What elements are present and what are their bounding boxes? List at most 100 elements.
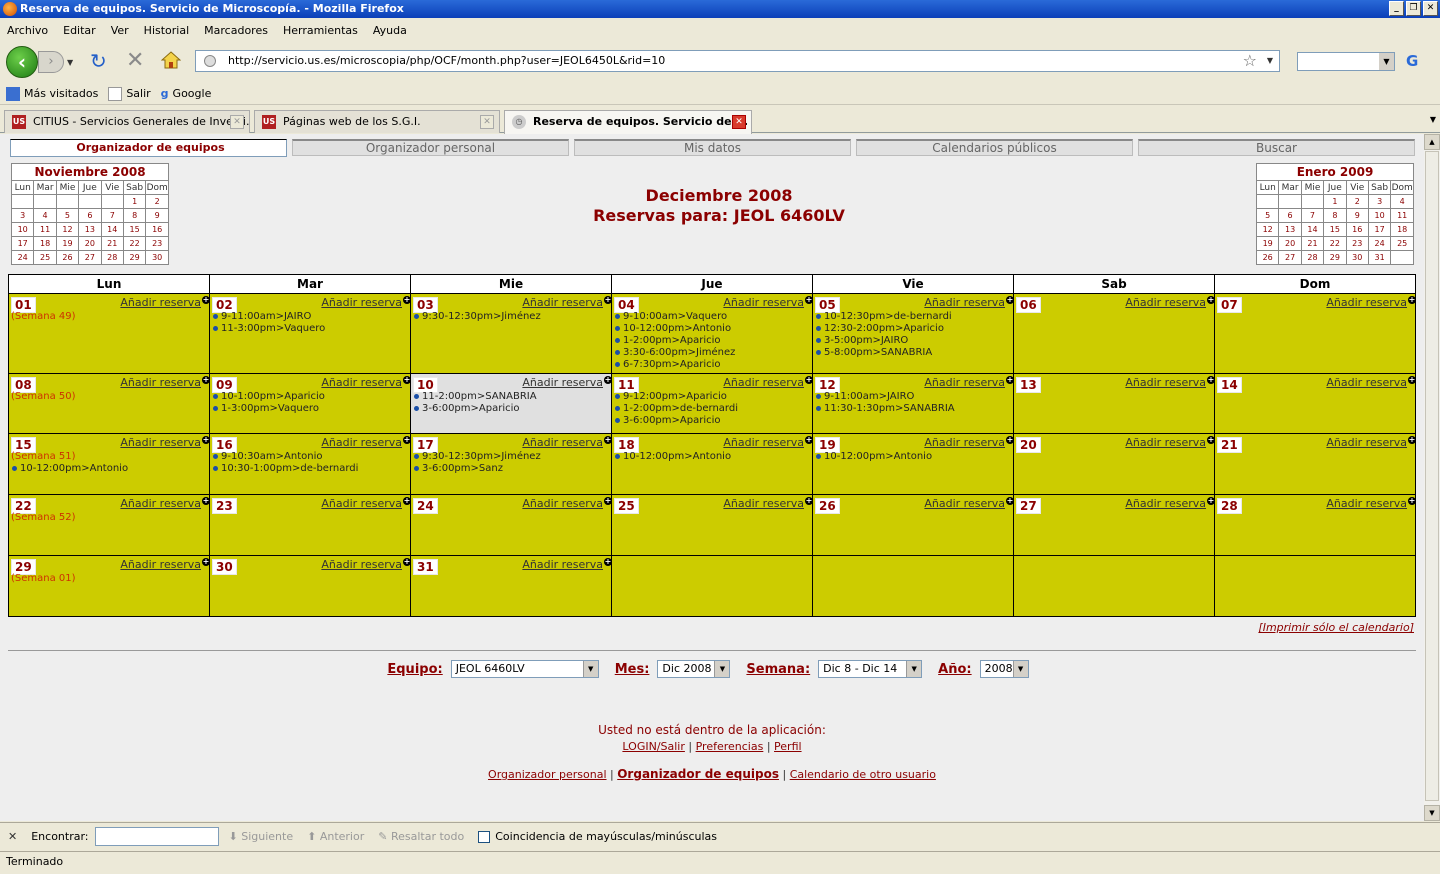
mini-day-cell[interactable]: 23 bbox=[1345, 236, 1369, 251]
menu-archivo[interactable]: Archivo bbox=[7, 24, 48, 37]
day-number[interactable]: 24 bbox=[413, 498, 438, 514]
day-number[interactable]: 25 bbox=[614, 498, 639, 514]
back-button[interactable]: ‹ bbox=[6, 46, 38, 78]
menu-historial[interactable]: Historial bbox=[144, 24, 189, 37]
day-cell[interactable]: 10 Añadir reserva +11-2:00pm>SANABRIA 3-6:0… bbox=[410, 373, 612, 434]
add-reserva-link[interactable]: Añadir reserva + bbox=[723, 436, 813, 450]
day-number[interactable]: 26 bbox=[815, 498, 840, 514]
mini-day-cell[interactable]: 26 bbox=[1255, 250, 1280, 265]
add-reserva-link[interactable]: Añadir reserva + bbox=[723, 497, 813, 511]
day-cell[interactable]: 22 Añadir reserva + (Semana 52) bbox=[8, 494, 210, 556]
bookmark-mas-visitados[interactable]: Más visitados bbox=[6, 86, 98, 101]
mes-label[interactable]: Mes: bbox=[615, 662, 650, 677]
reservation-item[interactable]: 11-3:00pm>Vaquero bbox=[213, 323, 325, 335]
add-reserva-link[interactable]: Añadir reserva + bbox=[723, 376, 813, 390]
day-number[interactable]: 28 bbox=[1217, 498, 1242, 514]
reservation-item[interactable]: 9-10:30am>Antonio bbox=[213, 451, 358, 463]
add-reserva-link[interactable]: Añadir reserva + bbox=[120, 376, 210, 390]
day-cell[interactable]: 23 Añadir reserva + bbox=[209, 494, 411, 556]
close-tab-icon[interactable]: ✕ bbox=[230, 115, 244, 129]
day-cell[interactable]: 11 Añadir reserva +9-12:00pm>Aparicio 1-2:0… bbox=[611, 373, 813, 434]
tab-organizador-personal[interactable]: Organizador personal bbox=[292, 139, 569, 156]
mes-select[interactable]: Dic 2008 ▼ bbox=[657, 660, 731, 678]
reservation-item[interactable]: 3:30-6:00pm>Jiménez bbox=[615, 347, 735, 359]
scroll-thumb[interactable] bbox=[1425, 151, 1439, 801]
bookmark-star-icon[interactable]: ☆ bbox=[1243, 51, 1257, 71]
day-cell[interactable]: 21 Añadir reserva + bbox=[1214, 433, 1416, 495]
menu-herramientas[interactable]: Herramientas bbox=[283, 24, 358, 37]
day-cell[interactable]: 13 Añadir reserva + bbox=[1013, 373, 1215, 434]
stop-icon[interactable]: ✕ bbox=[126, 50, 144, 72]
mini-day-cell[interactable]: 20 bbox=[78, 236, 102, 251]
day-cell[interactable]: 20 Añadir reserva + bbox=[1013, 433, 1215, 495]
add-reserva-link[interactable]: Añadir reserva + bbox=[120, 497, 210, 511]
reload-icon[interactable]: ↻ bbox=[90, 51, 107, 71]
day-cell[interactable]: 06 Añadir reserva + bbox=[1013, 293, 1215, 374]
add-reserva-link[interactable]: Añadir reserva + bbox=[522, 296, 612, 310]
add-reserva-link[interactable]: Añadir reserva + bbox=[321, 376, 411, 390]
week-number[interactable]: (Semana 01) bbox=[11, 573, 76, 584]
address-bar[interactable]: http://servicio.us.es/microscopia/php/OC… bbox=[195, 50, 1280, 72]
bookmark-salir[interactable]: Salir bbox=[108, 86, 151, 101]
mini-day-cell[interactable]: 27 bbox=[78, 250, 102, 265]
tab-list-icon[interactable]: ▼ bbox=[1430, 115, 1436, 124]
add-reserva-link[interactable]: Añadir reserva + bbox=[1326, 497, 1416, 511]
reservation-item[interactable]: 11:30-1:30pm>SANABRIA bbox=[816, 403, 955, 415]
browser-tab-reserva[interactable]: ◷ Reserva de equipos. Servicio de ... ✕ bbox=[504, 110, 752, 134]
chevron-down-icon[interactable]: ▼ bbox=[714, 661, 730, 677]
close-findbar-icon[interactable]: ✕ bbox=[8, 830, 17, 843]
day-cell[interactable]: 18 Añadir reserva +10-12:00pm>Antonio bbox=[611, 433, 813, 495]
menu-editar[interactable]: Editar bbox=[63, 24, 96, 37]
vertical-scrollbar[interactable]: ▲ ▼ bbox=[1424, 134, 1440, 821]
mini-day-cell[interactable]: 30 bbox=[145, 250, 169, 265]
reservation-item[interactable]: 1-3:00pm>Vaquero bbox=[213, 403, 325, 415]
highlight-all-button[interactable]: ✎ Resaltar todo bbox=[378, 830, 464, 843]
semana-select[interactable]: Dic 8 - Dic 14 ▼ bbox=[818, 660, 923, 678]
mini-day-cell[interactable]: 26 bbox=[55, 250, 80, 265]
scroll-down-icon[interactable]: ▼ bbox=[1424, 805, 1440, 821]
menu-ayuda[interactable]: Ayuda bbox=[373, 24, 407, 37]
mini-day-cell[interactable]: 24 bbox=[10, 250, 35, 265]
search-input[interactable]: ▼ bbox=[1297, 52, 1395, 71]
find-input[interactable] bbox=[94, 827, 219, 846]
mini-day-cell[interactable]: 21 bbox=[100, 236, 124, 251]
day-number[interactable]: 21 bbox=[1217, 437, 1242, 453]
mini-day-cell[interactable]: 18 bbox=[33, 236, 57, 251]
mini-day-cell[interactable]: 31 bbox=[1367, 250, 1392, 265]
day-cell[interactable]: 02 Añadir reserva +9-11:00am>JAIRO 11-3:00p… bbox=[209, 293, 411, 374]
mini-day-cell[interactable]: 25 bbox=[1390, 236, 1414, 251]
day-cell[interactable]: 04 Añadir reserva +9-10:00am>Vaquero 10-12:… bbox=[611, 293, 813, 374]
login-link[interactable]: LOGIN/Salir bbox=[622, 740, 684, 753]
url-dropdown-icon[interactable]: ▼ bbox=[1267, 51, 1273, 71]
organizador-equipos-link[interactable]: Organizador de equipos bbox=[617, 767, 779, 781]
add-reserva-link[interactable]: Añadir reserva + bbox=[924, 436, 1014, 450]
day-number[interactable]: 06 bbox=[1016, 297, 1041, 313]
reservation-item[interactable]: 9:30-12:30pm>Jiménez bbox=[414, 451, 541, 463]
forward-button[interactable]: › bbox=[38, 51, 64, 73]
mini-day-cell[interactable]: 27 bbox=[1278, 250, 1302, 265]
equipo-label[interactable]: Equipo: bbox=[387, 662, 442, 677]
perfil-link[interactable]: Perfil bbox=[774, 740, 802, 753]
reservation-item[interactable]: 3-6:00pm>Aparicio bbox=[615, 415, 738, 427]
mini-day-cell[interactable]: 19 bbox=[1255, 236, 1280, 251]
day-cell[interactable]: 16 Añadir reserva +9-10:30am>Antonio 10:30-… bbox=[209, 433, 411, 495]
day-cell[interactable]: 05 Añadir reserva +10-12:30pm>de-bernardi 1… bbox=[812, 293, 1014, 374]
browser-tab-sgi[interactable]: US Páginas web de los S.G.I. ✕ bbox=[254, 110, 500, 133]
day-number[interactable]: 23 bbox=[212, 498, 237, 514]
anio-select[interactable]: 2008 ▼ bbox=[979, 660, 1029, 678]
chevron-down-icon[interactable]: ▼ bbox=[582, 661, 598, 677]
day-cell[interactable]: 24 Añadir reserva + bbox=[410, 494, 612, 556]
reservation-item[interactable]: 10-12:30pm>de-bernardi bbox=[816, 311, 952, 323]
reservation-item[interactable]: 9:30-12:30pm>Jiménez bbox=[414, 311, 541, 323]
mini-day-cell[interactable]: 21 bbox=[1300, 236, 1325, 251]
day-cell[interactable]: 03 Añadir reserva +9:30-12:30pm>Jiménez bbox=[410, 293, 612, 374]
add-reserva-link[interactable]: Añadir reserva + bbox=[1125, 436, 1215, 450]
day-number[interactable]: 30 bbox=[212, 559, 237, 575]
add-reserva-link[interactable]: Añadir reserva + bbox=[522, 497, 612, 511]
site-identity-icon[interactable] bbox=[204, 55, 216, 67]
mini-day-cell[interactable]: 28 bbox=[1300, 250, 1325, 265]
add-reserva-link[interactable]: Añadir reserva + bbox=[321, 436, 411, 450]
day-number[interactable]: 14 bbox=[1217, 377, 1242, 393]
day-number[interactable]: 31 bbox=[413, 559, 438, 575]
tab-calendarios-publicos[interactable]: Calendarios públicos bbox=[856, 139, 1133, 156]
